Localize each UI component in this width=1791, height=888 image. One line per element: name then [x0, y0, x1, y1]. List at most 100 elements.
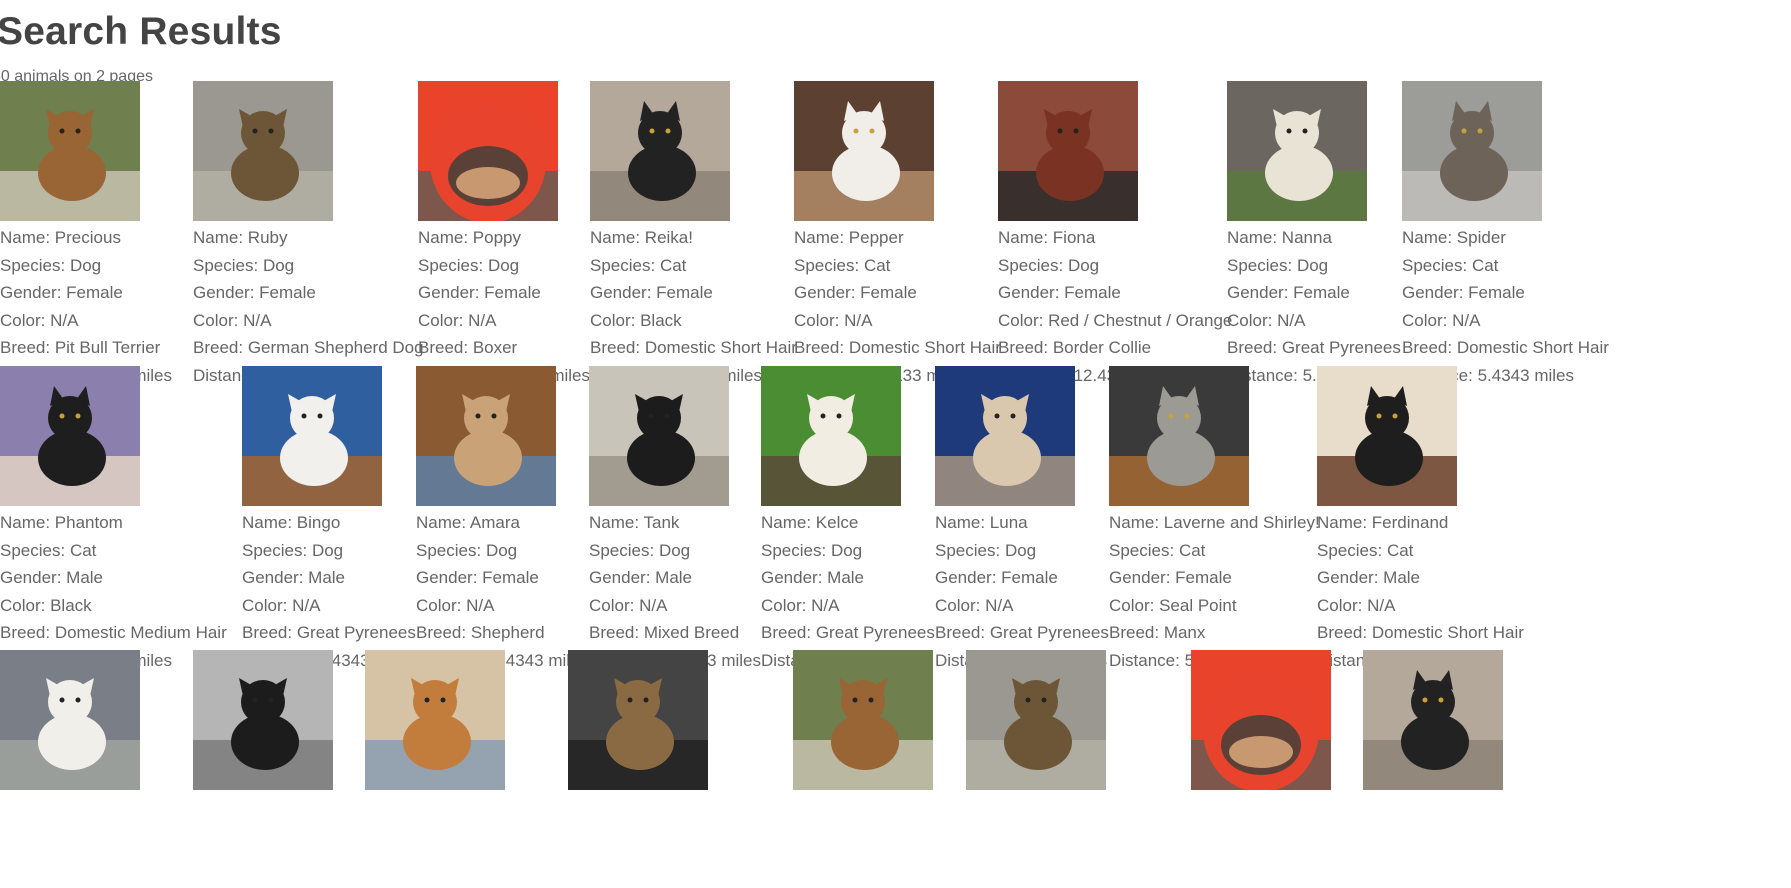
animal-color-label: Color: — [1402, 310, 1453, 330]
cat-photo[interactable] — [794, 81, 934, 221]
animal-card[interactable] — [543, 650, 708, 790]
animal-gender-value: Female — [656, 283, 713, 302]
animal-card[interactable]: Name: Amara Species: Dog Gender: Female Col… — [391, 366, 588, 674]
animal-color-value: N/A — [1452, 310, 1481, 330]
animal-gender-value: Male — [66, 568, 104, 587]
animal-card[interactable] — [340, 650, 505, 790]
dog-photo[interactable] — [1227, 81, 1367, 221]
animal-card[interactable] — [768, 650, 933, 790]
animal-breed-value: Boxer — [472, 338, 518, 357]
animal-info: Name: Reika! Species: Cat Gender: Female Co… — [590, 224, 797, 389]
animal-breed-label: Breed: — [590, 338, 645, 357]
animal-name-value: Tank — [643, 513, 680, 532]
cat-photo[interactable] — [1363, 650, 1503, 790]
animal-card[interactable]: Name: Precious Species: Dog Gender: Female… — [0, 81, 172, 389]
animal-gender-value: Male — [827, 568, 865, 587]
animal-gender-label: Gender: — [1227, 283, 1294, 302]
dog-photo[interactable] — [0, 650, 140, 790]
animal-card[interactable] — [0, 650, 140, 790]
animal-species: Species: Cat — [0, 537, 227, 565]
animal-card[interactable]: Name: Bingo Species: Dog Gender: Male Color… — [217, 366, 416, 674]
animal-card[interactable]: Name: Phantom Species: Cat Gender: Male Col… — [0, 366, 227, 674]
animal-card[interactable]: Name: Fiona Species: Dog Gender: Female Col… — [973, 81, 1232, 389]
dog-photo[interactable] — [761, 366, 901, 506]
animal-species-label: Species: — [0, 255, 70, 275]
animal-gender: Gender: Female — [1402, 279, 1609, 307]
animal-breed-value: Pit Bull Terrier — [54, 338, 161, 357]
dog-photo[interactable] — [193, 650, 333, 790]
animal-gender-value: Female — [1001, 568, 1058, 587]
animal-color: Color: Black — [0, 592, 227, 620]
animal-color: Color: N/A — [794, 307, 1001, 335]
animal-gender: Gender: Male — [242, 564, 416, 592]
animal-species-label: Species: — [1402, 255, 1472, 275]
animal-card[interactable]: Name: Luna Species: Dog Gender: Female Colo… — [910, 366, 1109, 674]
dog-photo[interactable] — [568, 650, 708, 790]
cat-photo[interactable] — [0, 366, 140, 506]
dog-photo[interactable] — [242, 366, 382, 506]
dog-photo[interactable] — [416, 366, 556, 506]
animal-card[interactable]: Name: Laverne and Shirley! Species: Cat Ge… — [1084, 366, 1320, 674]
dog-photo[interactable] — [589, 366, 729, 506]
animal-species: Species: Dog — [761, 537, 935, 565]
animal-breed: Breed: Shepherd — [416, 619, 588, 647]
animal-card[interactable] — [168, 650, 333, 790]
dog-photo[interactable] — [365, 650, 505, 790]
search-results-page: Search Results 30 animals on 2 pages Nam… — [0, 0, 1791, 888]
animal-card[interactable]: Name: Ferdinand Species: Cat Gender: Male C… — [1292, 366, 1524, 674]
animal-species-value: Dog — [311, 540, 344, 560]
dog-photo[interactable] — [793, 650, 933, 790]
cat-photo[interactable] — [590, 81, 730, 221]
dog-photo[interactable] — [0, 81, 140, 221]
dog-photo[interactable] — [193, 81, 333, 221]
animal-card[interactable]: Name: Kelce Species: Dog Gender: Male Color… — [736, 366, 935, 674]
animal-name: Name: Nanna — [1227, 224, 1401, 252]
animal-info: Name: Ruby Species: Dog Gender: Female Colo… — [193, 224, 424, 389]
animal-breed-value: Border Collie — [1052, 338, 1152, 357]
animal-gender-label: Gender: — [242, 568, 309, 587]
animal-card[interactable]: Name: Reika! Species: Cat Gender: Female Co… — [565, 81, 797, 389]
animal-card[interactable]: Name: Ruby Species: Dog Gender: Female Colo… — [168, 81, 424, 389]
animal-color-value: N/A — [292, 595, 321, 615]
cat-photo[interactable] — [1109, 366, 1249, 506]
animal-species-value: Cat — [659, 255, 687, 275]
animal-name-value: Bingo — [296, 513, 341, 532]
animal-color-label: Color: — [418, 310, 469, 330]
animal-name: Name: Bingo — [242, 509, 416, 537]
animal-species-label: Species: — [242, 540, 312, 560]
animal-color-label: Color: — [590, 310, 641, 330]
animal-info: Name: Pepper Species: Cat Gender: Female Co… — [794, 224, 1001, 389]
cat-photo[interactable] — [1402, 81, 1542, 221]
animal-gender-value: Female — [1293, 283, 1350, 302]
animal-color: Color: N/A — [1227, 307, 1401, 335]
animal-color-label: Color: — [998, 310, 1049, 330]
animal-card[interactable]: Name: Pepper Species: Cat Gender: Female Co… — [769, 81, 1001, 389]
animal-species-value: Dog — [487, 255, 520, 275]
animal-card[interactable] — [1166, 650, 1331, 790]
animal-card[interactable]: Name: Poppy Species: Dog Gender: Female Col… — [393, 81, 590, 389]
animal-species: Species: Dog — [242, 537, 416, 565]
dog-photo[interactable] — [966, 650, 1106, 790]
animal-color: Color: N/A — [761, 592, 935, 620]
animal-breed-value: Domestic Medium Hair — [54, 623, 227, 642]
dog-photo[interactable] — [998, 81, 1138, 221]
animal-color: Color: N/A — [0, 307, 172, 335]
animal-gender-value: Female — [259, 283, 316, 302]
animal-card[interactable]: Name: Tank Species: Dog Gender: Male Color:… — [564, 366, 761, 674]
dog-bed-photo[interactable] — [1191, 650, 1331, 790]
dog-bed-photo[interactable] — [418, 81, 558, 221]
animal-card[interactable]: Name: Nanna Species: Dog Gender: Female Col… — [1202, 81, 1401, 389]
animal-breed-label: Breed: — [0, 338, 55, 357]
dog-photo[interactable] — [935, 366, 1075, 506]
cat-photo[interactable] — [1317, 366, 1457, 506]
animal-gender-value: Male — [655, 568, 693, 587]
animal-color-value: N/A — [50, 310, 79, 330]
animal-gender: Gender: Female — [416, 564, 588, 592]
animal-color-label: Color: — [0, 595, 51, 615]
animal-species: Species: Cat — [1317, 537, 1524, 565]
animal-name-label: Name: — [0, 228, 55, 247]
animal-species: Species: Dog — [193, 252, 424, 280]
animal-card[interactable] — [941, 650, 1106, 790]
animal-card[interactable] — [1338, 650, 1503, 790]
animal-card[interactable]: Name: Spider Species: Cat Gender: Female Co… — [1377, 81, 1609, 389]
